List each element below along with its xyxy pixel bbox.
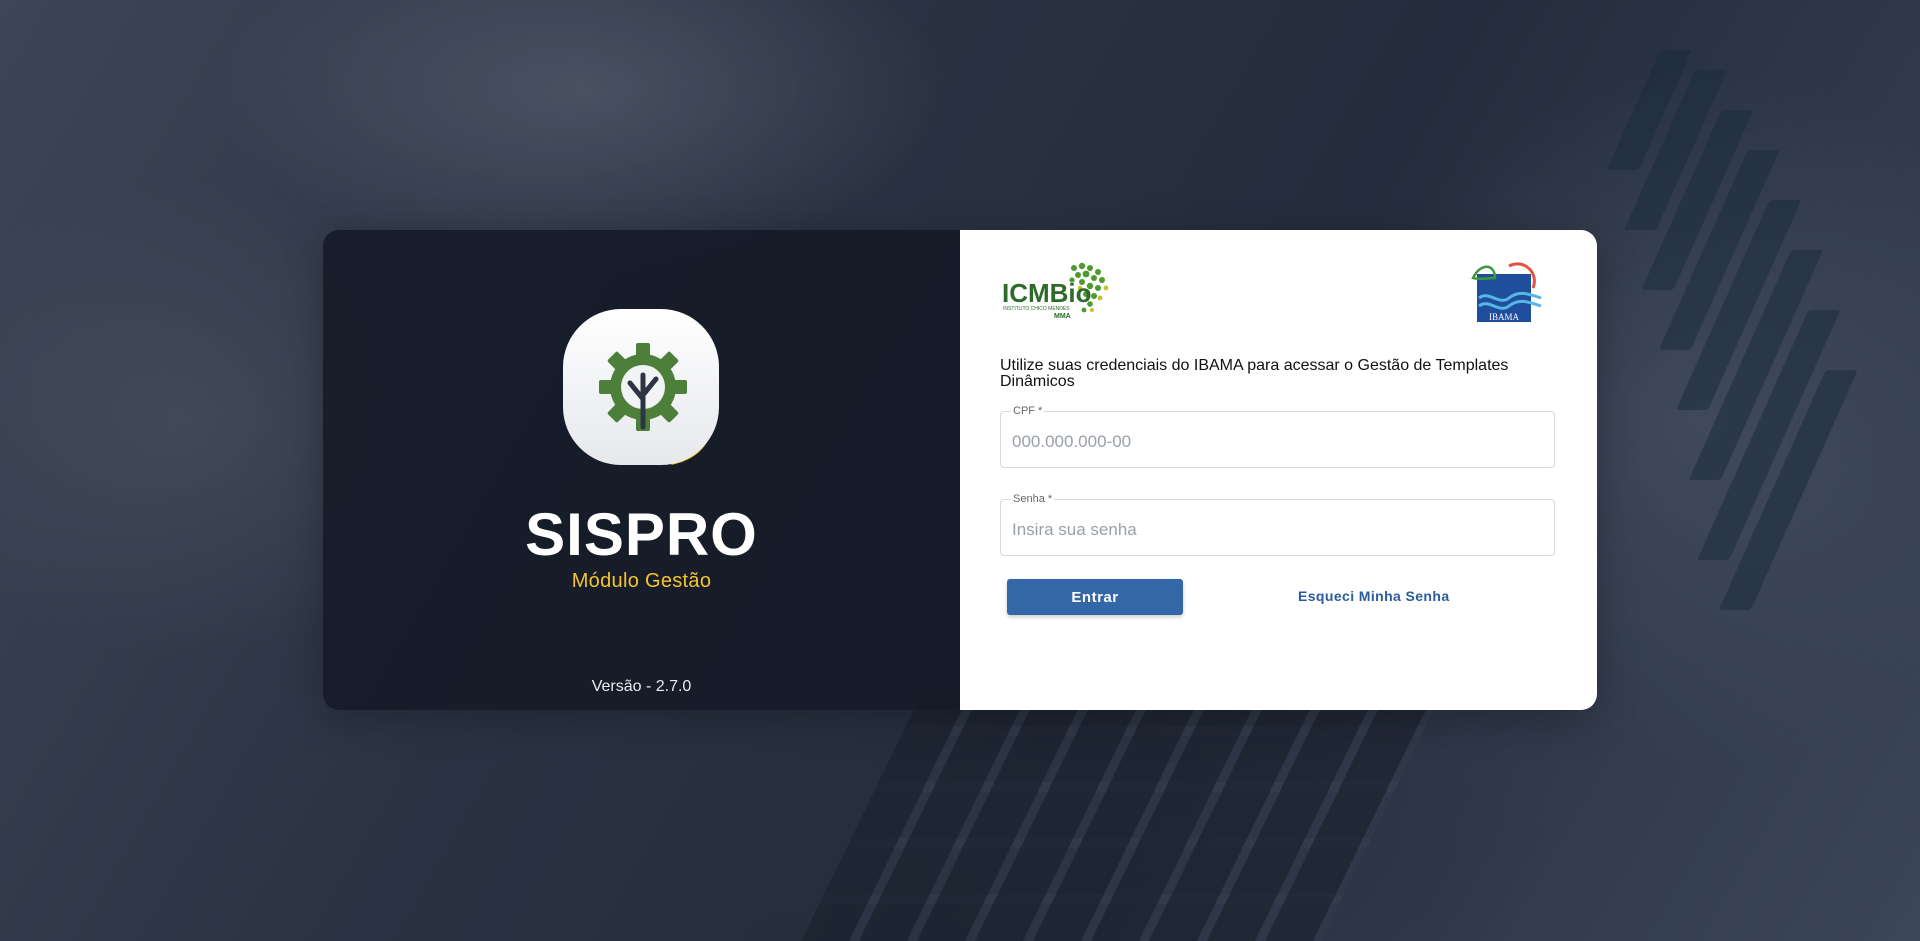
app-name: SISPRO: [525, 501, 758, 568]
login-button[interactable]: Entrar: [1007, 579, 1183, 615]
svg-text:IBAMA: IBAMA: [1489, 312, 1520, 322]
cpf-input[interactable]: [1012, 432, 1532, 452]
module-name: Módulo Gestão: [571, 570, 712, 592]
svg-text:ICMBio: ICMBio: [1002, 278, 1092, 308]
version-label: Versão - 2.7.0: [591, 678, 692, 695]
svg-text:INSTITUTO CHICO MENDES: INSTITUTO CHICO MENDES: [1003, 306, 1070, 312]
forgot-password-link[interactable]: Esqueci Minha Senha: [1298, 588, 1450, 604]
login-panel: ICMBio INSTITUTO CHICO MENDES MMA IBAMA …: [960, 230, 1597, 710]
cpf-field: CPF *: [1000, 405, 1555, 468]
brand-panel: SISPRO Módulo Gestão Versão - 2.7.0: [323, 230, 960, 710]
ibama-logo: IBAMA: [1471, 262, 1542, 322]
icmbio-logo: ICMBio INSTITUTO CHICO MENDES MMA: [1002, 262, 1109, 320]
password-input[interactable]: [1012, 520, 1532, 540]
gear-tree-icon: [563, 309, 719, 465]
password-label: Senha *: [1011, 493, 1055, 505]
svg-text:MMA: MMA: [1054, 313, 1071, 320]
cpf-label: CPF *: [1011, 405, 1045, 417]
login-instructions: Utilize suas credenciais do IBAMA para a…: [1000, 357, 1509, 390]
password-field: Senha *: [1000, 493, 1555, 556]
login-card: SISPRO Módulo Gestão Versão - 2.7.0 ICMB…: [323, 230, 1597, 710]
